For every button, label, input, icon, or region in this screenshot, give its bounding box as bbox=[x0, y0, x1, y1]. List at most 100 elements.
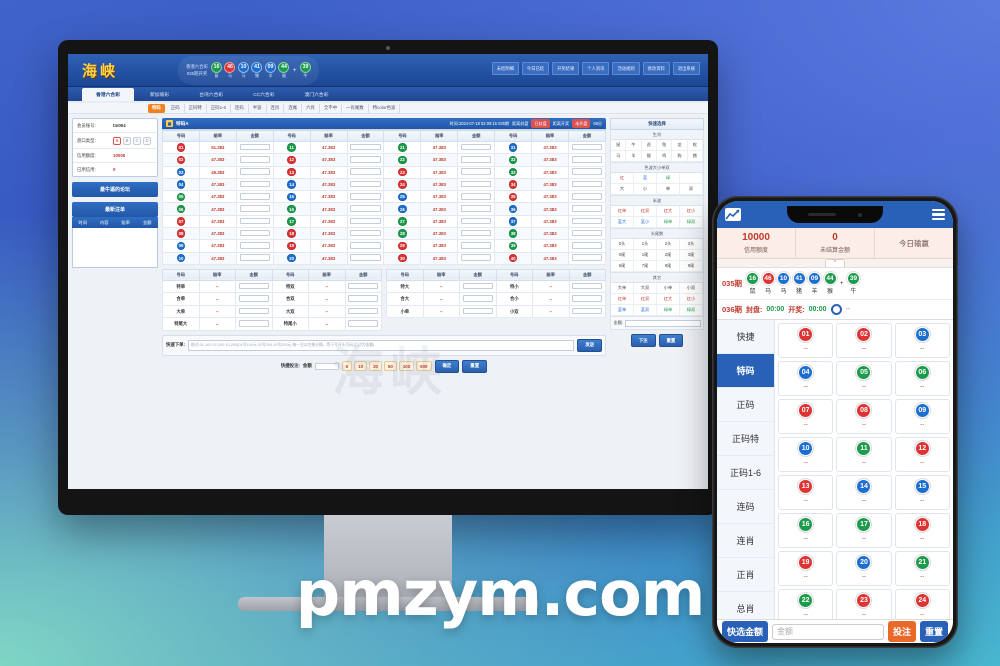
amount-cell[interactable] bbox=[567, 214, 607, 228]
phone-number-card[interactable]: 08 -- bbox=[836, 399, 892, 434]
quick-select-cell[interactable]: 9尾 bbox=[680, 261, 703, 272]
phone-number-card[interactable]: 09 -- bbox=[894, 399, 950, 434]
pan-type-option[interactable]: B bbox=[123, 136, 131, 145]
quick-select-cell[interactable]: 蓝单 bbox=[611, 305, 634, 316]
phone-number-card[interactable]: 13 -- bbox=[778, 475, 834, 510]
preset-amount-button[interactable]: 10 bbox=[354, 361, 368, 372]
subnav-item[interactable]: 正码 bbox=[167, 103, 185, 113]
amount-input[interactable] bbox=[348, 282, 379, 290]
amount-cell[interactable] bbox=[235, 177, 274, 192]
quick-select-cell[interactable]: 绿单 bbox=[657, 217, 680, 228]
amount-cell[interactable] bbox=[235, 140, 274, 155]
amount-input[interactable] bbox=[462, 295, 493, 302]
number-cell[interactable]: 20 bbox=[272, 251, 311, 265]
quick-select-cell[interactable]: 2尾 bbox=[657, 250, 680, 261]
phone-number-card[interactable]: 14 -- bbox=[836, 475, 892, 510]
prop-amount-cell[interactable] bbox=[344, 292, 382, 306]
preset-amount-button[interactable]: 5 bbox=[341, 361, 353, 372]
quick-select-cell[interactable]: 红大 bbox=[657, 206, 680, 217]
amount-input[interactable] bbox=[239, 217, 270, 225]
phone-bet-type-item[interactable]: 正码 bbox=[717, 388, 774, 422]
amount-cell[interactable] bbox=[235, 190, 274, 204]
prop-name[interactable]: 大单 bbox=[162, 304, 200, 319]
odds-table-body[interactable]: 01 51.383 11 47.383 21 47.383 31 47.383 02 47.383… bbox=[162, 140, 607, 265]
prop-name[interactable]: 合双 bbox=[271, 292, 309, 306]
right-reset-button[interactable]: 重置 bbox=[658, 334, 684, 347]
number-cell[interactable]: 17 bbox=[272, 214, 311, 228]
amount-input[interactable] bbox=[572, 307, 603, 315]
amount-input[interactable] bbox=[239, 168, 270, 175]
subnav-item[interactable]: 连码 bbox=[231, 103, 249, 113]
number-cell[interactable]: 33 bbox=[494, 165, 533, 179]
prop-name[interactable]: 特小 bbox=[495, 279, 533, 294]
amount-input[interactable] bbox=[571, 180, 603, 188]
phone-number-card[interactable]: 06 -- bbox=[894, 361, 950, 396]
subnav-item[interactable]: 正码特 bbox=[185, 103, 207, 113]
amount-cell[interactable] bbox=[346, 239, 385, 253]
quick-select-cell[interactable]: 绿双 bbox=[680, 217, 703, 228]
amount-cell[interactable] bbox=[457, 165, 496, 179]
forum-button[interactable]: 最牛逼的论坛 bbox=[72, 182, 158, 197]
prop-amount-cell[interactable] bbox=[344, 317, 382, 331]
amount-cell[interactable] bbox=[346, 190, 385, 204]
prop-left-body[interactable]: 特单 -- 特双 -- 合单 -- 合双 -- 大单 -- 大双 -- 特尾大 -- 特尾小 -- bbox=[162, 279, 382, 331]
number-cell[interactable]: 10 bbox=[162, 251, 200, 265]
quick-select-cell[interactable]: 猴 bbox=[641, 151, 657, 162]
phone-number-card[interactable]: 11 -- bbox=[836, 437, 892, 472]
quick-select-cell[interactable]: 小单 bbox=[657, 283, 680, 294]
top-navigation[interactable]: 未结明细 今日已结 开奖结果 个人资讯 活动规则 修改资料 退出系统 bbox=[491, 62, 700, 75]
quick-select-cell[interactable]: 红小 bbox=[680, 206, 703, 217]
quick-select-cell[interactable]: 蓝小 bbox=[634, 217, 657, 228]
amount-cell[interactable] bbox=[457, 214, 496, 228]
nav-item[interactable]: 未结明细 bbox=[491, 62, 519, 75]
number-cell[interactable]: 23 bbox=[383, 165, 422, 179]
prop-amount-cell[interactable] bbox=[235, 292, 273, 306]
prop-name[interactable]: 特单 bbox=[162, 279, 200, 294]
quick-select-cell[interactable]: 绿单 bbox=[657, 305, 680, 316]
amount-cell[interactable] bbox=[235, 239, 274, 253]
amount-input[interactable] bbox=[350, 168, 381, 175]
number-cell[interactable]: 09 bbox=[162, 239, 200, 253]
number-cell[interactable]: 15 bbox=[272, 190, 311, 204]
lottery-tab[interactable]: CC六合彩 bbox=[239, 88, 288, 101]
number-cell[interactable]: 34 bbox=[494, 177, 533, 192]
amount-cell[interactable] bbox=[235, 251, 274, 265]
quick-select-cell[interactable]: 7尾 bbox=[634, 261, 657, 272]
quick-select-cell[interactable]: 2头 bbox=[657, 239, 680, 250]
quick-order-input[interactable]: 格式:01-100 02-200 10-200(01号100元,02号200,1… bbox=[188, 339, 575, 351]
subnav-item[interactable]: 全不中 bbox=[320, 103, 343, 113]
section-grid[interactable]: 鼠牛虎兔龙蛇马羊猴鸡狗猪 bbox=[610, 140, 704, 163]
quick-select-cell[interactable]: 小 bbox=[634, 184, 657, 195]
quick-select-cell[interactable]: 单 bbox=[657, 184, 680, 195]
amount-input[interactable] bbox=[461, 156, 492, 163]
quick-select-cell[interactable]: 蓝 bbox=[634, 173, 657, 184]
lottery-tab[interactable]: 台湾六合彩 bbox=[185, 88, 237, 101]
number-cell[interactable]: 05 bbox=[162, 190, 200, 204]
amount-cell[interactable] bbox=[567, 165, 607, 179]
quick-bet-reset-button[interactable]: 重置 bbox=[462, 359, 488, 373]
amount-cell[interactable] bbox=[567, 239, 607, 253]
prop-name[interactable]: 特尾大 bbox=[162, 317, 200, 331]
subnav-item[interactable]: 一肖尾数 bbox=[342, 103, 369, 113]
subnav-item[interactable]: 连肖 bbox=[267, 103, 285, 113]
prop-name[interactable]: 小双 bbox=[495, 304, 533, 319]
prop-amount-cell[interactable] bbox=[235, 279, 273, 294]
phone-number-card[interactable]: 16 -- bbox=[778, 513, 834, 548]
quick-select-cell[interactable]: 蓝大 bbox=[611, 217, 634, 228]
number-cell[interactable]: 13 bbox=[272, 165, 311, 179]
prop-amount-cell[interactable] bbox=[459, 304, 497, 319]
quick-select-cell[interactable]: 红双 bbox=[634, 206, 657, 217]
pan-type-option[interactable]: D bbox=[143, 136, 151, 145]
right-amount-input[interactable] bbox=[625, 319, 701, 327]
prop-name[interactable]: 合小 bbox=[495, 292, 533, 306]
amount-input[interactable] bbox=[571, 217, 603, 225]
amount-input[interactable] bbox=[350, 254, 381, 261]
quick-select-cell[interactable]: 狗 bbox=[672, 151, 688, 162]
amount-input[interactable] bbox=[571, 242, 603, 249]
number-cell[interactable]: 35 bbox=[494, 190, 533, 204]
quick-select-cell[interactable]: 6尾 bbox=[611, 261, 634, 272]
phone-bet-type-item[interactable]: 正码1-6 bbox=[717, 456, 774, 490]
amount-cell[interactable] bbox=[346, 251, 385, 265]
amount-cell[interactable] bbox=[346, 202, 385, 216]
subnav-item[interactable]: 半波 bbox=[249, 103, 267, 113]
